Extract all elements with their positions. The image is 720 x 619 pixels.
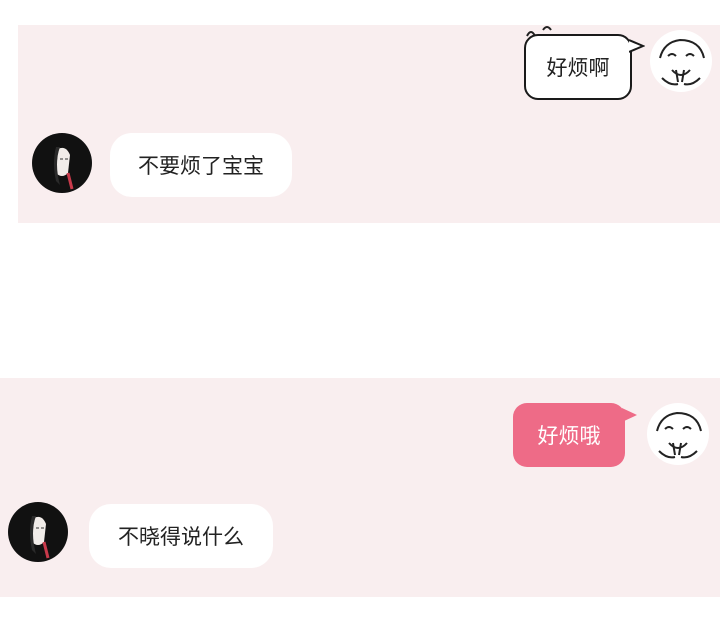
portrait-avatar-icon [30, 516, 50, 559]
message-text: 好烦啊 [546, 56, 610, 80]
user-avatar[interactable] [650, 30, 712, 92]
message-text: 不晓得说什么 [118, 525, 244, 549]
user-message-bubble[interactable]: 好烦啊 [524, 34, 632, 100]
user-avatar[interactable] [647, 403, 709, 465]
user-message-bubble[interactable]: 好烦哦 [513, 403, 625, 467]
message-text: 好烦哦 [537, 424, 601, 448]
hand-drawn-face-icon [656, 411, 702, 459]
contact-message-bubble[interactable]: 不晓得说什么 [89, 504, 273, 568]
contact-avatar[interactable] [8, 502, 68, 562]
message-text: 不要烦了宝宝 [138, 154, 264, 178]
hand-drawn-face-icon [659, 38, 705, 86]
portrait-avatar-icon [54, 147, 74, 190]
contact-message-bubble[interactable]: 不要烦了宝宝 [110, 133, 292, 197]
bubble-tail [629, 39, 645, 53]
contact-avatar[interactable] [32, 133, 92, 193]
bubble-tail [622, 408, 637, 422]
